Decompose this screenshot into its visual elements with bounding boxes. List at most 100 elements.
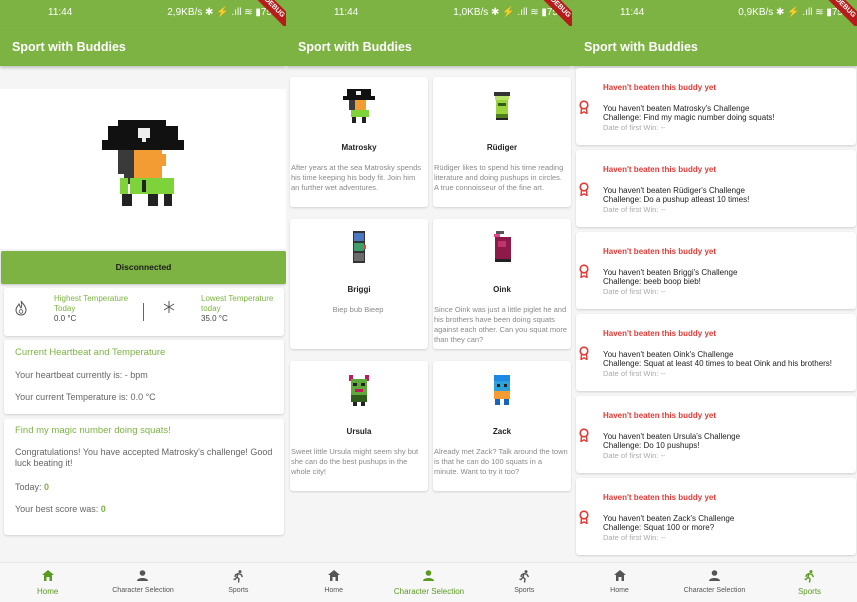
character-description: After years at the sea Matrosky spends h… — [291, 163, 422, 192]
character-selection-screen: 11:44 1,0KB/s ✱ ⚡ .ıll ≋ ▮75 DEBUG Sport… — [286, 0, 572, 602]
status-indicators: 1,0KB/s ✱ ⚡ .ıll ≋ ▮75 — [453, 7, 558, 18]
first-win-date: Date of first Win: -- — [603, 123, 666, 132]
app-bar-title: Sport with Buddies — [286, 26, 572, 66]
character-card-briggi[interactable]: Briggi Biep bub Bieep — [290, 219, 428, 349]
temperature-card: Highest Temperature Today 0.0 °C Lowest … — [4, 288, 284, 336]
challenge-status-title: Haven't beaten this buddy yet — [603, 83, 717, 92]
today-score: Today: 0 — [15, 482, 273, 492]
nav-home[interactable]: Home — [286, 563, 381, 602]
briggi-avatar-image — [353, 231, 366, 263]
highest-temperature: Highest Temperature Today 0.0 °C — [54, 294, 134, 324]
nav-sports[interactable]: Sports — [191, 563, 286, 602]
heartbeat-card-title: Current Heartbeat and Temperature — [15, 347, 166, 358]
bottom-navigation: Home Character Selection Sports — [286, 562, 572, 602]
challenge-description: Challenge: Squat 100 or more? — [603, 523, 715, 532]
challenge-status-card[interactable]: Haven't beaten this buddy yet You haven'… — [576, 478, 856, 555]
challenge-status-title: Haven't beaten this buddy yet — [603, 329, 717, 338]
challenge-card-title: Find my magic number doing squats! — [15, 425, 171, 436]
nav-sports[interactable]: Sports — [762, 563, 857, 602]
status-time: 11:44 — [334, 7, 359, 18]
challenge-status-text: You haven't beaten Briggi's Challenge — [603, 268, 738, 277]
challenge-description: Challenge: Squat at least 40 times to be… — [603, 359, 833, 368]
nav-character-label: Character Selection — [112, 587, 174, 594]
connection-button[interactable]: Disconnected — [1, 251, 286, 284]
zack-avatar-image — [494, 375, 510, 405]
matrosky-avatar-image — [102, 120, 184, 206]
sports-screen: 11:44 0,9KB/s ✱ ⚡ .ıll ≋ ▮75 DEBUG Sport… — [572, 0, 857, 602]
nav-home-label: Home — [36, 587, 59, 596]
challenge-status-card[interactable]: Haven't beaten this buddy yet You haven'… — [576, 396, 856, 473]
home-icon — [0, 570, 95, 584]
character-description: Biep bub Bieep — [332, 305, 384, 314]
first-win-date: Date of first Win: -- — [603, 533, 666, 542]
challenge-description: Challenge: Do 10 pushups! — [603, 441, 700, 450]
running-icon — [477, 570, 572, 584]
divider — [143, 303, 144, 321]
challenge-status-text: You haven't beaten Matrosky's Challenge — [603, 104, 750, 113]
lowest-temperature-label: Lowest Temperature today — [201, 294, 274, 313]
nav-sports[interactable]: Sports — [477, 563, 572, 602]
best-score: Your best score was: 0 — [15, 504, 273, 514]
challenge-status-title: Haven't beaten this buddy yet — [603, 493, 717, 502]
ursula-avatar-image — [349, 375, 369, 406]
award-ribbon-icon — [579, 182, 589, 196]
challenge-message: Congratulations! You have accepted Matro… — [15, 447, 273, 468]
challenge-status-text: You haven't beaten Ursula's Challenge — [603, 432, 741, 441]
character-description: Sweet little Ursula might seem shy but s… — [291, 447, 419, 476]
character-description: Already met Zack? Talk around the town i… — [434, 447, 568, 476]
highest-temperature-label: Highest Temperature Today — [54, 294, 129, 313]
status-bar: 11:44 1,0KB/s ✱ ⚡ .ıll ≋ ▮75 DEBUG — [286, 0, 572, 31]
award-ribbon-icon — [579, 428, 589, 442]
best-score-value: 0 — [100, 504, 106, 514]
challenge-status-card[interactable]: Haven't beaten this buddy yet You haven'… — [576, 232, 856, 309]
nav-home[interactable]: Home — [572, 563, 667, 602]
character-card-zack[interactable]: Zack Already met Zack? Talk around the t… — [433, 361, 571, 491]
award-ribbon-icon — [579, 346, 589, 360]
challenge-status-text: You haven't beaten Oink's Challenge — [603, 350, 734, 359]
home-icon — [572, 570, 667, 584]
matrosky-avatar-image — [343, 89, 375, 123]
nav-character-selection[interactable]: Character Selection — [95, 563, 190, 602]
temperature-text: Your current Temperature is: 0.0 °C — [15, 392, 156, 402]
heartbeat-text: Your heartbeat currently is: - bpm — [15, 370, 148, 380]
status-bar: 11:44 0,9KB/s ✱ ⚡ .ıll ≋ ▮75 DEBUG — [572, 0, 857, 31]
first-win-date: Date of first Win: -- — [603, 287, 666, 296]
challenge-description: Challenge: Do a pushup atleast 10 times! — [603, 195, 750, 204]
nav-home-label: Home — [610, 587, 629, 594]
challenge-status-title: Haven't beaten this buddy yet — [603, 247, 717, 256]
best-score-label: Your best score was: — [15, 504, 101, 514]
character-card-rudiger[interactable]: Rüdiger Rüdiger likes to spend his time … — [433, 77, 571, 207]
first-win-date: Date of first Win: -- — [603, 451, 666, 460]
app-bar-title: Sport with Buddies — [0, 26, 286, 66]
award-ribbon-icon — [579, 264, 589, 278]
challenge-status-card[interactable]: Haven't beaten this buddy yet You haven'… — [576, 68, 856, 145]
status-time: 11:44 — [620, 7, 645, 18]
character-name: Matrosky — [341, 143, 377, 152]
lowest-temperature: Lowest Temperature today 35.0 °C — [201, 294, 281, 324]
nav-sports-label: Sports — [797, 587, 822, 596]
character-name: Rüdiger — [486, 143, 518, 152]
challenge-status-text: You haven't beaten Rüdiger's Challenge — [603, 186, 745, 195]
character-description: Since Oink was just a little piglet he a… — [434, 305, 568, 344]
challenge-status-card[interactable]: Haven't beaten this buddy yet You haven'… — [576, 150, 856, 227]
first-win-date: Date of first Win: -- — [603, 369, 666, 378]
character-name: Briggi — [347, 285, 371, 294]
character-description: Rüdiger likes to spend his time reading … — [434, 163, 564, 192]
character-name: Ursula — [346, 427, 372, 436]
home-screen: 11:44 2,9KB/s ✱ ⚡ .ıll ≋ ▮75 DEBUG Sport… — [0, 0, 286, 602]
lowest-temperature-value: 35.0 °C — [201, 314, 228, 323]
award-ribbon-icon — [579, 100, 589, 114]
nav-character-selection[interactable]: Character Selection — [667, 563, 762, 602]
running-icon — [762, 570, 857, 584]
challenge-description: Challenge: beeb boop bieb! — [603, 277, 701, 286]
bottom-navigation: Home Character Selection Sports — [572, 562, 857, 602]
character-card-oink[interactable]: Oink Since Oink was just a little piglet… — [433, 219, 571, 349]
nav-sports-label: Sports — [514, 587, 535, 594]
nav-home[interactable]: Home — [0, 563, 95, 602]
nav-character-selection[interactable]: Character Selection — [381, 563, 476, 602]
character-card-ursula[interactable]: Ursula Sweet little Ursula might seem sh… — [290, 361, 428, 491]
nav-character-label: Character Selection — [393, 587, 465, 596]
challenge-status-card[interactable]: Haven't beaten this buddy yet You haven'… — [576, 314, 856, 391]
character-card-matrosky[interactable]: Matrosky After years at the sea Matrosky… — [290, 77, 428, 207]
oink-avatar-image — [494, 231, 511, 262]
